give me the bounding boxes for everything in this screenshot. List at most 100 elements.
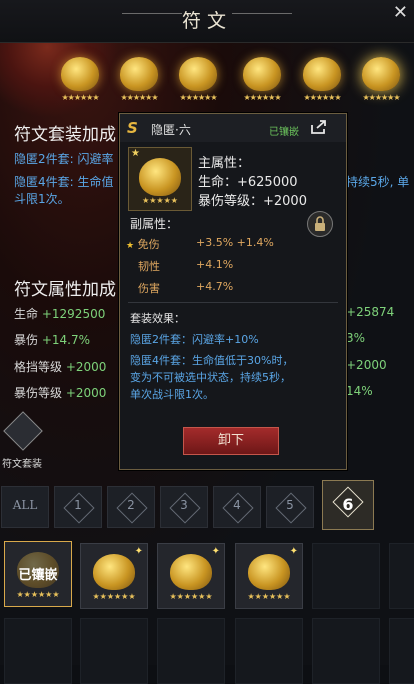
tab-label: 4 — [233, 498, 241, 512]
rune-stars: ★★★★★★ — [169, 592, 213, 601]
rune-icon — [170, 554, 212, 590]
rune-icon — [93, 554, 135, 590]
rune-set-button[interactable]: 符文套装 — [0, 411, 52, 470]
rune-stars: ★★★★★ — [142, 196, 178, 205]
inventory-rune-1[interactable]: 已镶嵌 ★★★★★★ — [4, 541, 72, 607]
rune-stars: ★★★★★★ — [303, 93, 341, 102]
attr-right-sign: + — [346, 305, 357, 319]
sub-attr-value-2: +4.1% — [196, 258, 234, 271]
set-bonus-line-1: 隐匿2件套: 闪避率 — [14, 152, 114, 166]
rarity-badge: S — [127, 119, 138, 137]
attr-value: +14.7% — [41, 333, 91, 347]
filter-tabs: ALL 1 2 3 4 5 6 — [0, 480, 414, 532]
tab-label: 3 — [180, 498, 188, 512]
sub-attr-name: 免伤 — [137, 238, 160, 251]
rune-slot-3[interactable]: ★★★★★★ — [173, 55, 223, 103]
main-attr-title: 主属性： — [198, 156, 251, 171]
tab-2[interactable]: 2 — [107, 486, 155, 528]
popup-header: S 隐匿·六 已镶嵌 — [120, 114, 346, 142]
rune-stars: ★★★★★★ — [362, 93, 400, 102]
sparkle-icon: ✦ — [211, 546, 220, 557]
rune-slot-1[interactable]: ★★★★★★ — [55, 55, 105, 103]
inventory-rune-2[interactable]: ✦ ★★★★★★ — [80, 543, 148, 609]
inventory-empty-cell — [4, 618, 72, 684]
attr-label: 暴伤等级 — [14, 386, 63, 400]
set-effect-4b: 变为不可被选中状态，持续5秒， — [130, 371, 291, 384]
rune-set-label: 符文套装 — [2, 459, 42, 470]
set-effect-4c: 单次战斗限1次。 — [130, 388, 214, 401]
tab-5[interactable]: 5 — [266, 486, 314, 528]
sub-attr-name-3: 伤害 — [138, 282, 160, 295]
inventory-rune-4[interactable]: ✦ ★★★★★★ — [235, 543, 303, 609]
sub-attr-value-1: +3.5% +1.4% — [196, 236, 274, 249]
divider — [128, 302, 338, 303]
rune-name: 隐匿·六 — [151, 123, 191, 137]
rune-slot-5[interactable]: ★★★★★★ — [297, 55, 347, 103]
inventory-empty-cell — [389, 543, 414, 609]
inventory-empty-cell — [389, 618, 414, 684]
rune-icon — [303, 57, 341, 91]
rune-stars: ★★★★★★ — [61, 93, 99, 102]
lock-glyph — [315, 216, 325, 231]
inventory-empty-cell — [235, 618, 303, 684]
tab-label: ALL — [12, 498, 38, 512]
rune-stars: ★★★★★★ — [243, 93, 281, 102]
tab-6[interactable]: 6 — [322, 480, 374, 530]
attr-row-4: 暴伤等级 +2000 — [14, 384, 106, 401]
attr-value: +2000 — [65, 360, 107, 374]
rune-stars: ★★★★★★ — [16, 590, 60, 599]
lock-icon[interactable] — [307, 211, 333, 237]
inventory-rune-3[interactable]: ✦ ★★★★★★ — [157, 543, 225, 609]
tab-4[interactable]: 4 — [213, 486, 261, 528]
rune-stars: ★★★★★★ — [247, 592, 291, 601]
inventory-empty-cell — [312, 543, 380, 609]
set-effect-title: 套装效果： — [130, 312, 185, 325]
tab-all[interactable]: ALL — [1, 486, 49, 528]
top-bar: 符文 ✕ — [0, 0, 414, 43]
close-icon[interactable]: ✕ — [393, 2, 408, 23]
inlaid-label: 已镶嵌 — [18, 568, 58, 583]
rune-icon — [248, 554, 290, 590]
tab-3[interactable]: 3 — [160, 486, 208, 528]
sub-attr-name-2: 韧性 — [138, 260, 160, 273]
rune-set-icon — [3, 411, 43, 451]
inventory-empty-cell — [157, 618, 225, 684]
attr-row-2: 暴伤 +14.7% — [14, 331, 90, 348]
attr-right-value: 25874 — [356, 305, 395, 319]
rune-icon — [120, 57, 158, 91]
rune-icon — [139, 158, 181, 196]
tab-label: 2 — [127, 498, 135, 512]
rune-icon — [243, 57, 281, 91]
attr-label: 生命 — [14, 307, 39, 321]
rune-slot-2[interactable]: ★★★★★★ — [114, 55, 164, 103]
sparkle-icon: ✦ — [289, 546, 298, 557]
star-icon: ★ — [126, 241, 135, 251]
attr-label: 格挡等级 — [14, 360, 63, 374]
inventory-empty-cell — [80, 618, 148, 684]
rune-slot-4[interactable]: ★★★★★★ — [237, 55, 287, 103]
page-title: 符文 — [181, 10, 232, 32]
rune-stars: ★★★★★★ — [179, 93, 217, 102]
attr-row-2-right: 3% — [346, 331, 366, 345]
unequip-button[interactable]: 卸下 — [183, 427, 279, 455]
set-bonus-line-2: 隐匿4件套: 生命值 — [14, 175, 114, 189]
star-icon: ★ — [131, 148, 140, 159]
tab-1[interactable]: 1 — [54, 486, 102, 528]
sparkle-icon: ✦ — [134, 546, 143, 557]
set-effect-2: 隐匿2件套：闪避率+10% — [130, 333, 259, 346]
sub-attr-title: 副属性： — [130, 217, 179, 231]
rune-slot-6[interactable]: ★★★★★★ — [356, 55, 406, 103]
inventory-empty-cell — [312, 618, 380, 684]
set-effect-4a: 隐匿4件套：生命值低于30%时， — [130, 354, 294, 367]
tab-label: 6 — [342, 495, 354, 514]
attr-bonus-title: 符文属性加成 — [14, 280, 116, 300]
rune-stars: ★★★★★★ — [120, 93, 158, 102]
attr-value: +2000 — [65, 386, 107, 400]
rune-stars: ★★★★★★ — [92, 592, 136, 601]
set-bonus-line-2-right: 持续5秒, 单 — [346, 175, 410, 189]
rune-icon — [362, 57, 400, 91]
share-icon[interactable] — [310, 119, 328, 135]
attr-value: +1292500 — [41, 307, 106, 321]
inlaid-status: 已镶嵌 — [269, 127, 299, 138]
set-bonus-title: 符文套装加成 — [14, 125, 116, 145]
